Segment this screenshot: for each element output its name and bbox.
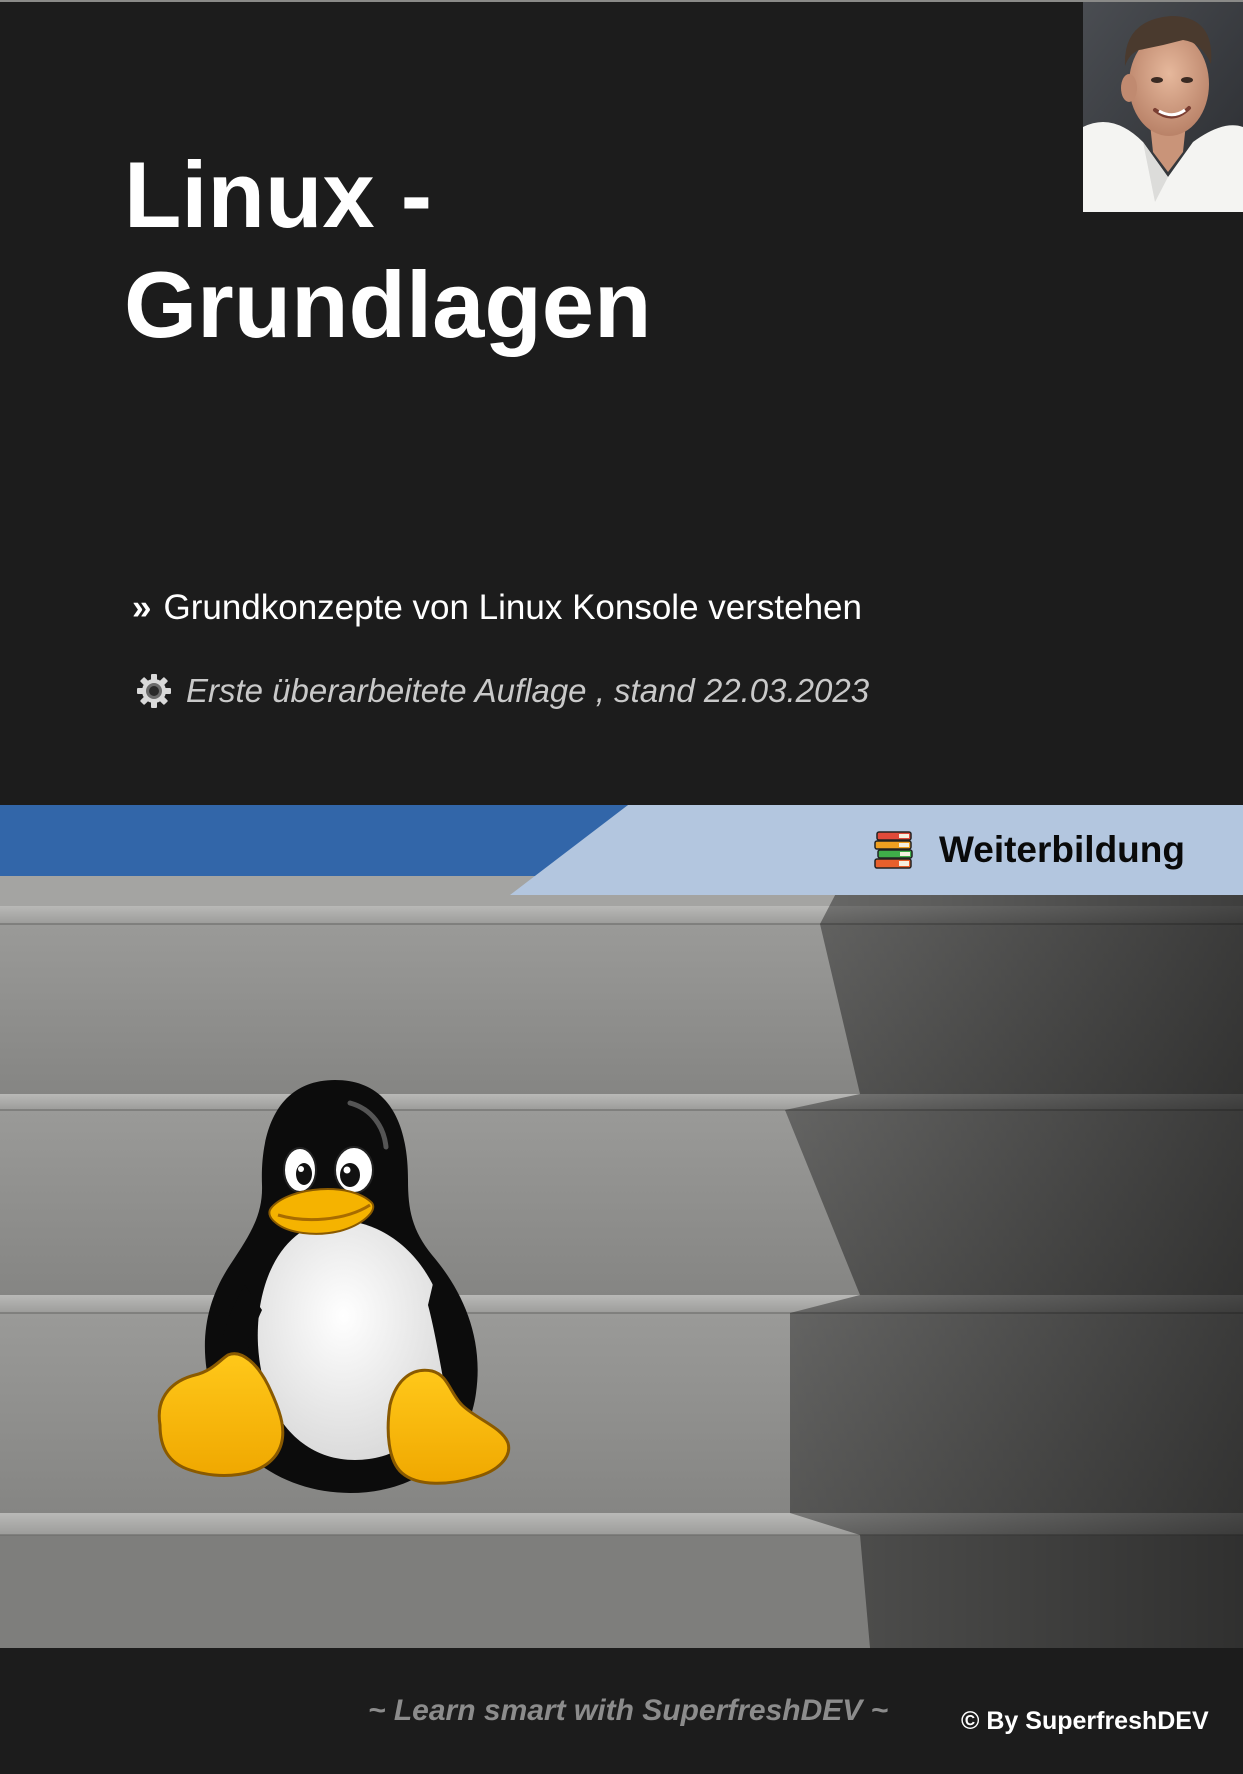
edition-text: Erste überarbeitete Auflage , stand 22.0… [186, 672, 870, 709]
gear-icon [136, 673, 172, 709]
category-label: Weiterbildung [873, 822, 1185, 878]
subtitle-text: Grundkonzepte von Linux Konsole verstehe… [163, 588, 862, 627]
top-border-line [0, 0, 1243, 2]
category-label-text: Weiterbildung [939, 829, 1185, 870]
subtitle-bullet: » [132, 588, 152, 627]
copyright-notice: © By SuperfreshDEV [961, 1707, 1209, 1735]
book-cover: Linux - Grundlagen » Grundkonzepte von Li… [0, 0, 1243, 1774]
title-line-2: Grundlagen [124, 252, 652, 357]
edition-info: Erste überarbeitete Auflage , stand 22.0… [136, 668, 869, 714]
subtitle: » Grundkonzepte von Linux Konsole versteh… [132, 585, 862, 631]
tux-penguin-illustration [157, 1080, 511, 1493]
title-line-1: Linux - [124, 142, 433, 247]
book-title: Linux - Grundlagen [124, 140, 651, 360]
books-icon [873, 830, 915, 870]
author-portrait [1083, 2, 1243, 212]
slogan: ~ Learn smart with SuperfreshDEV ~ [368, 1694, 889, 1727]
